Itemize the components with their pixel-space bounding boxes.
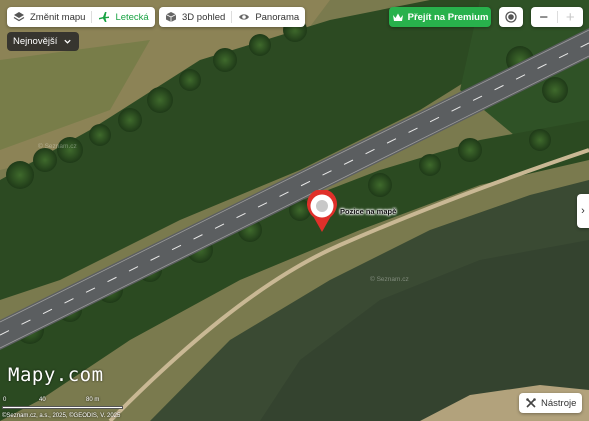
panorama-label: Panorama [255,11,300,23]
tools-button[interactable]: Nástroje [519,393,583,413]
aerial-map[interactable]: © Seznam.cz © Seznam.cz [0,0,589,421]
side-panel-toggle[interactable]: › [577,194,589,228]
zoom-control: − + [531,7,583,27]
aerial-imagery [0,0,589,421]
view3d-label: 3D pohled [182,11,226,23]
marker-label: Pozice na mapě [340,207,397,216]
map-watermark: © Seznam.cz [38,143,77,150]
premium-label: Přejít na Premium [407,11,489,23]
scale-line [2,406,123,409]
aerial-button[interactable]: Letecká [92,7,154,27]
sort-dropdown[interactable]: Nejnovější [7,32,80,51]
chevron-right-icon: › [581,205,585,217]
scale-tick: 40 [39,397,46,403]
mapy-logo: Mapy.com [8,364,104,386]
change-map-label: Změnit mapu [30,11,86,23]
eye-icon [238,11,250,23]
premium-button[interactable]: Přejít na Premium [389,7,491,27]
scale-tick: 0 [3,397,7,403]
sort-label: Nejnovější [13,36,58,47]
locate-icon [505,11,517,23]
chevron-down-icon [61,36,73,48]
cube-icon [165,11,177,23]
tools-icon [525,397,537,409]
map-layer-switcher: Změnit mapu Letecká [7,7,155,27]
aerial-label: Letecká [115,11,149,23]
scale-bar: 0 40 80 m [2,397,132,411]
view3d-button[interactable]: 3D pohled [159,7,231,27]
tools-label: Nástroje [541,397,577,409]
location-marker[interactable] [306,189,338,234]
zoom-out-button[interactable]: − [531,7,557,27]
view-switcher: 3D pohled Panorama [159,7,306,27]
locate-button[interactable] [499,7,523,27]
panorama-button[interactable]: Panorama [232,7,305,27]
scale-tick: 80 m [86,397,100,403]
airplane-icon [98,11,110,23]
copyright-notice[interactable]: ©Seznam.cz, a.s., 2025, ©GEODIS, V. 2025 [2,413,120,419]
change-map-button[interactable]: Změnit mapu [7,7,91,27]
crown-icon [392,11,404,23]
map-watermark: © Seznam.cz [370,276,409,283]
layers-icon [13,11,25,23]
zoom-in-button[interactable]: + [558,7,584,27]
